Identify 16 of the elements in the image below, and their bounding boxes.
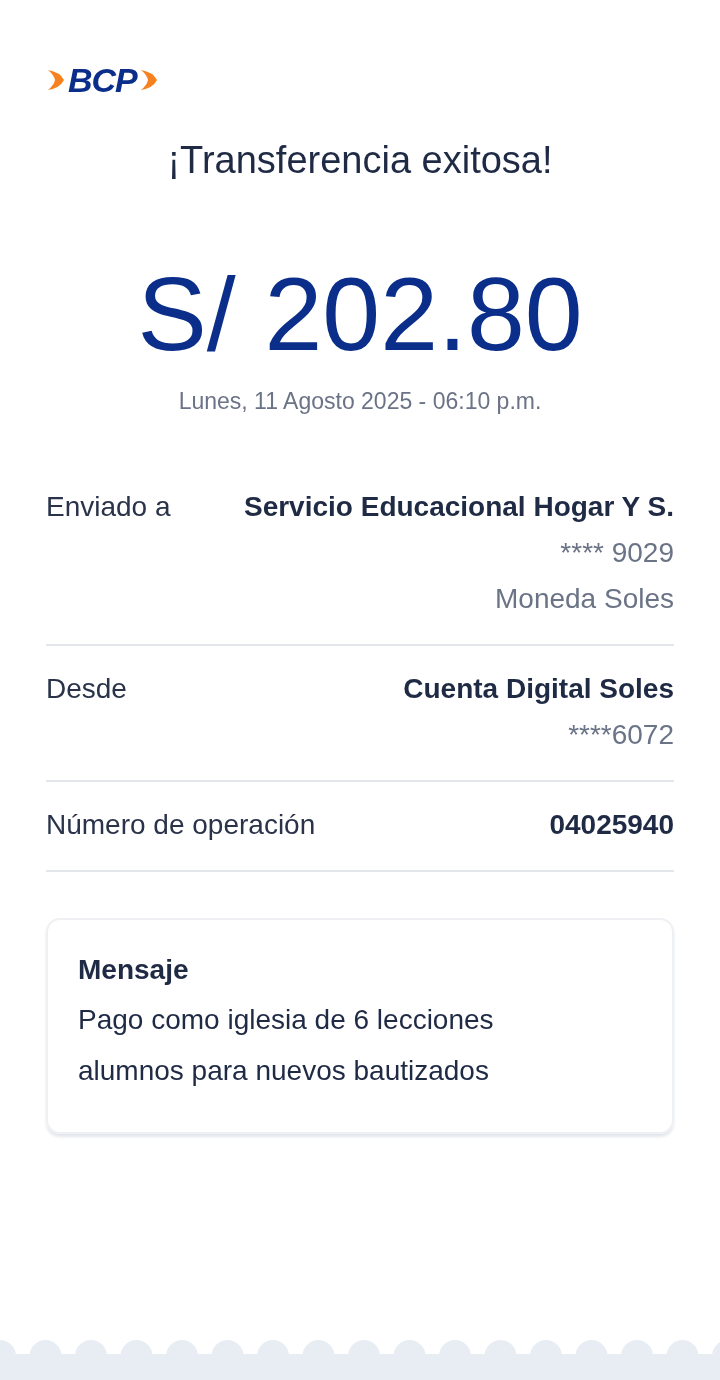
amount: S/ 202.80 (136, 255, 584, 374)
detail-subvalue: ****6072 (568, 718, 674, 752)
success-title: ¡Transferencia exitosa! (166, 138, 554, 183)
detail-subvalue: Moneda Soles (495, 582, 674, 616)
detail-value: Cuenta Digital Soles (403, 672, 674, 706)
detail-label: Número de operación (46, 808, 316, 842)
message-title: Mensaje (78, 953, 190, 987)
detail-value: 04025940 (549, 808, 674, 842)
transfer-date: Lunes, 11 Agosto 2025 - 06:10 p.m. (177, 387, 543, 416)
message-text: Pago como iglesia de 6 lecciones alumnos para nuevos bautizados (78, 1003, 495, 1088)
detail-value: Servicio Educacional Hogar Y S. (243, 490, 674, 524)
bank-logo: BCP (68, 60, 137, 101)
detail-label: Desde (46, 672, 127, 706)
detail-subvalue: **** 9029 (560, 536, 674, 570)
detail-label: Enviado a (46, 490, 171, 524)
chevron-icon (46, 68, 66, 92)
